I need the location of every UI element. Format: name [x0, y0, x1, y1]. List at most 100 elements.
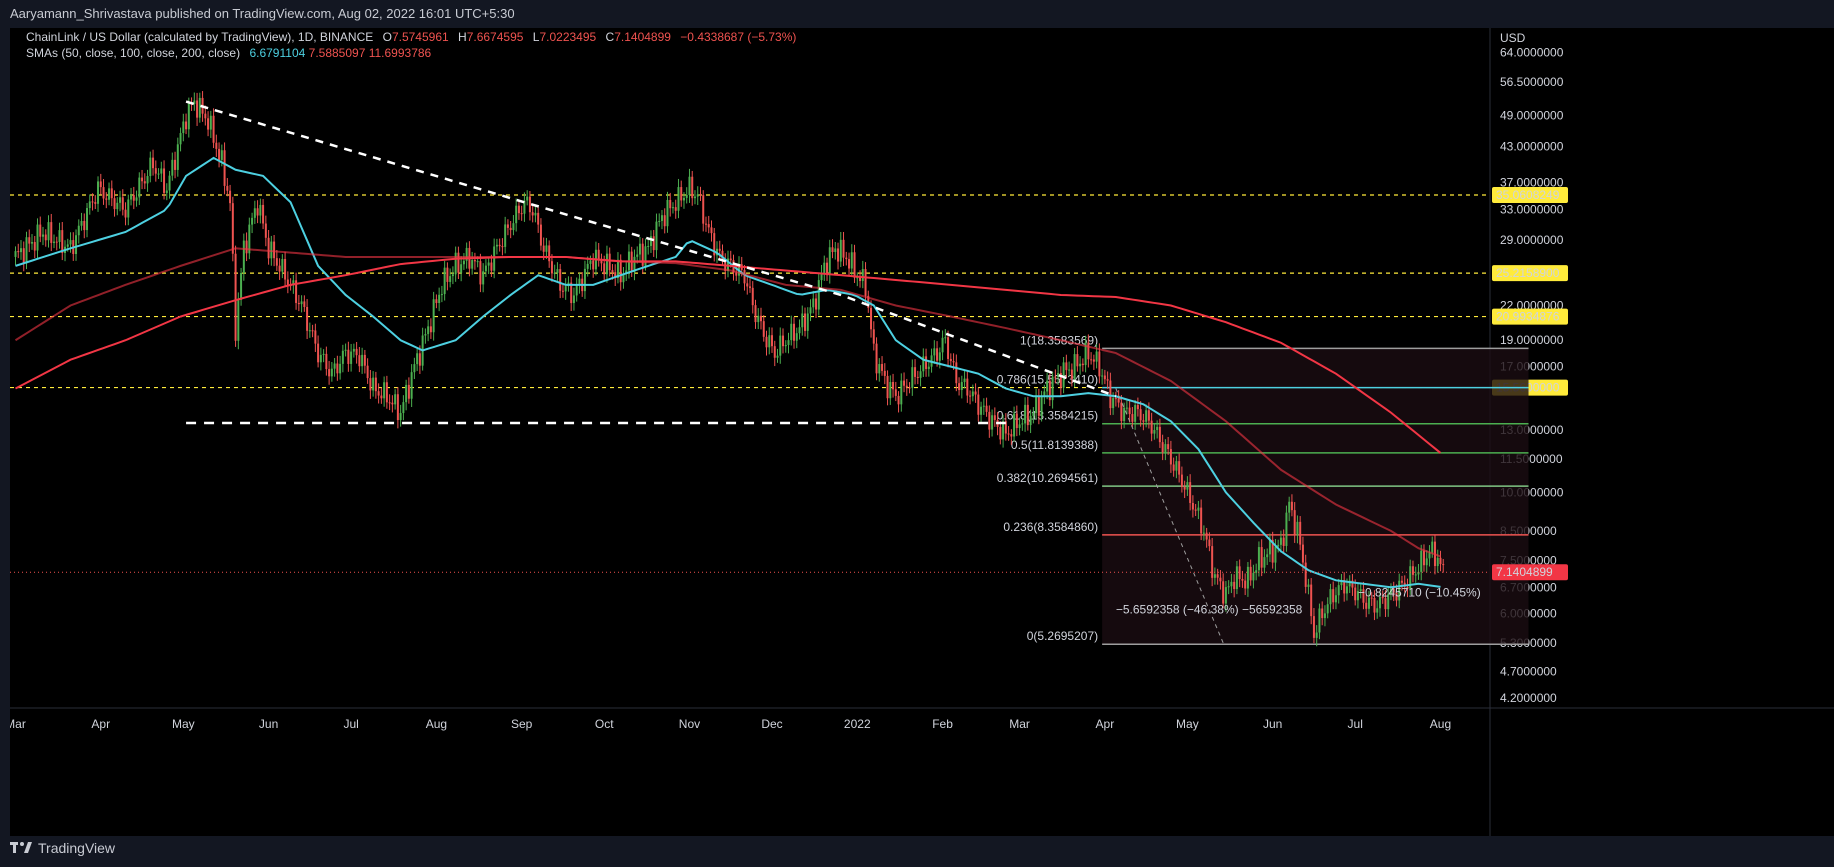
candle-body — [113, 198, 116, 210]
candle-body — [1285, 512, 1288, 546]
candle-body — [55, 241, 58, 243]
candle-body — [399, 413, 402, 420]
candle-body — [933, 348, 936, 356]
candle-body — [121, 197, 124, 210]
candle-body — [116, 202, 119, 210]
candle-body — [652, 236, 655, 251]
candle-body — [1310, 584, 1313, 617]
candle-body — [597, 249, 600, 259]
candle-body — [163, 168, 166, 193]
candle-body — [1307, 584, 1310, 587]
candle-body — [281, 258, 284, 272]
candle-body — [517, 205, 520, 214]
publish-info: Aaryamann_Shrivastava published on Tradi… — [10, 6, 515, 21]
candle-body — [784, 344, 787, 347]
candle-body — [1180, 474, 1183, 487]
candle-body — [168, 175, 171, 191]
candle-body — [440, 294, 443, 296]
candle-body — [273, 241, 276, 259]
candle-body — [583, 268, 586, 292]
candle-body — [240, 272, 243, 300]
candle-body — [955, 362, 958, 384]
price-chart[interactable]: USD64.0000000 56.5000000 49.0000000 43.0000… — [5, 28, 1834, 836]
candle-body — [1318, 608, 1321, 633]
candle-body — [1197, 507, 1200, 511]
candle-body — [303, 301, 306, 308]
sma-100-value: 7.5885097 — [308, 46, 366, 60]
x-tick-label: Jul — [343, 717, 358, 731]
candle-body — [58, 230, 61, 242]
candle-body — [743, 269, 746, 284]
candle-body — [355, 348, 358, 356]
candle-body — [413, 364, 416, 373]
sma-label: SMAs (50, close, 100, close, 200, close) — [26, 46, 241, 60]
candle-body — [504, 224, 507, 247]
candle-body — [971, 391, 974, 397]
x-tick-label: May — [1176, 717, 1199, 731]
candle-body — [1029, 415, 1032, 426]
candle-body — [209, 115, 212, 130]
candle-body — [804, 313, 807, 331]
candle-body — [1101, 375, 1104, 377]
key-level-label: 25.2158900 — [1496, 266, 1560, 280]
candle-body — [883, 370, 886, 376]
candle-body — [647, 245, 650, 247]
candle-body — [47, 222, 50, 241]
candle-body — [66, 244, 69, 247]
candle-body — [1117, 398, 1120, 403]
candle-body — [1411, 566, 1414, 575]
change-value: −0.4338687 (−5.73%) — [680, 30, 797, 44]
candle-body — [182, 121, 185, 134]
candle-body — [330, 368, 333, 377]
candle-body — [699, 194, 702, 196]
candle-body — [1158, 426, 1161, 443]
candle-body — [1208, 539, 1211, 547]
candle-body — [176, 144, 179, 170]
candle-body — [520, 213, 523, 215]
candle-body — [416, 353, 419, 365]
candle-body — [490, 262, 493, 271]
y-tick-label: 33.0000000 — [1500, 202, 1564, 216]
candle-body — [960, 382, 963, 391]
candle-body — [1139, 409, 1142, 421]
candle-body — [782, 335, 785, 347]
candle-body — [1255, 570, 1258, 573]
candle-body — [1244, 580, 1247, 589]
candle-body — [1365, 602, 1368, 609]
candle-body — [1213, 574, 1216, 578]
candle-body — [253, 208, 256, 218]
candle-body — [267, 237, 270, 259]
candle-body — [702, 195, 705, 224]
candle-body — [760, 315, 763, 322]
candle-body — [938, 352, 941, 361]
candle-body — [336, 363, 339, 374]
candle-body — [127, 199, 130, 218]
candle-body — [388, 402, 391, 404]
candle-body — [837, 248, 840, 262]
candle-body — [790, 323, 793, 341]
candle-body — [974, 391, 977, 395]
candle-body — [1103, 375, 1106, 380]
candle-body — [132, 195, 135, 201]
candle-body — [1414, 574, 1417, 576]
candle-body — [1211, 546, 1214, 578]
candle-body — [369, 378, 372, 391]
candle-body — [889, 382, 892, 399]
candle-body — [1332, 589, 1335, 603]
sma-200-value: 11.6993786 — [368, 46, 432, 60]
candle-body — [958, 383, 961, 391]
chart-pane[interactable]: USD 64.0000000 56.5000000 49.0000000 43.0000… — [5, 28, 1834, 836]
candle-body — [773, 346, 776, 358]
candle-body — [1076, 354, 1079, 367]
candle-body — [165, 190, 168, 193]
candle-body — [1147, 410, 1150, 421]
candle-body — [982, 405, 985, 407]
y-tick-label: 29.0000000 — [1500, 233, 1564, 247]
candle-body — [498, 244, 501, 247]
candle-body — [75, 235, 78, 254]
candle-body — [344, 349, 347, 351]
candle-body — [638, 243, 641, 255]
candle-body — [1219, 577, 1222, 582]
candle-body — [908, 387, 911, 389]
candle-body — [449, 276, 452, 282]
